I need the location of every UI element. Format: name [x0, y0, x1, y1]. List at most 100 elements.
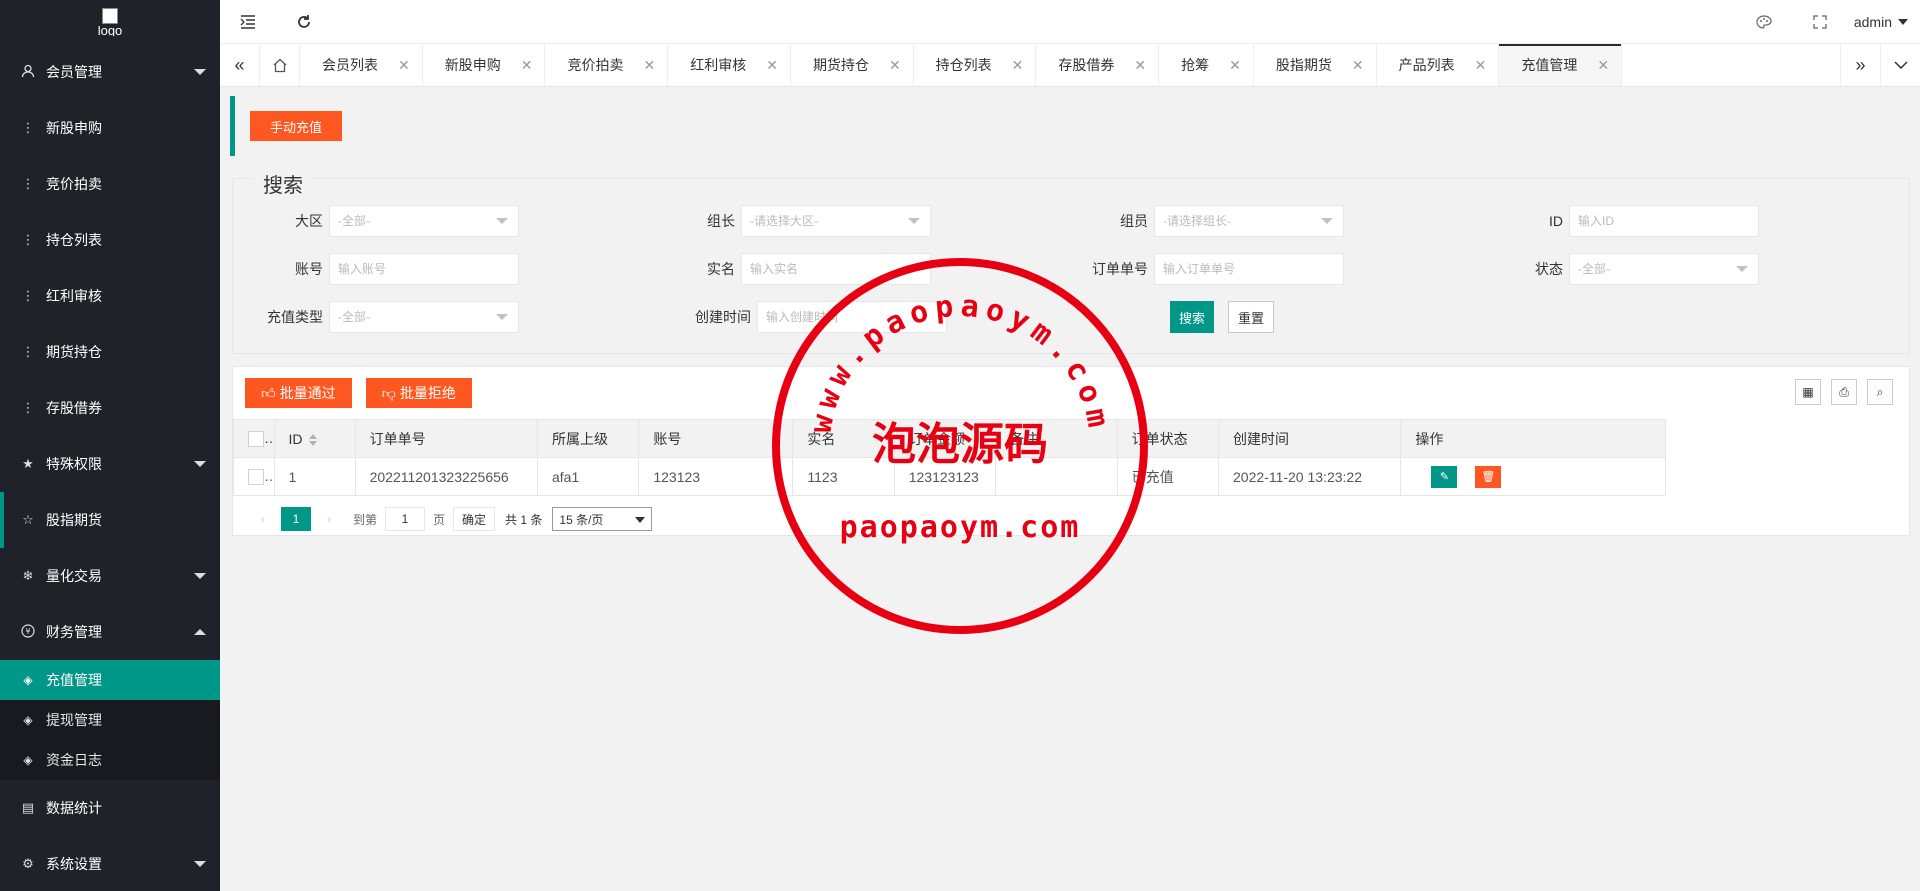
sidebar-item-futures-positions[interactable]: ⋮ 期货持仓 — [0, 324, 220, 380]
batch-reject-button[interactable]: 👎︎ 批量拒绝 — [365, 378, 472, 408]
delete-button[interactable]: 🗑︎ — [1475, 465, 1502, 488]
search-button[interactable]: 搜索 — [1170, 301, 1214, 333]
theme-button[interactable] — [1736, 0, 1792, 44]
gear-icon: ⚙ — [22, 856, 34, 871]
row-checkbox[interactable] — [248, 469, 264, 486]
tab-home[interactable] — [260, 44, 300, 86]
realname-input-placeholder: 输入实名 — [750, 262, 799, 276]
select-all-cell[interactable] — [233, 419, 275, 458]
sidebar-item-label: 会员管理 — [46, 64, 102, 80]
reset-button[interactable]: 重置 — [1228, 301, 1274, 333]
sidebar-item-finance[interactable]: ¥ 财务管理 — [0, 604, 220, 660]
manual-recharge-button[interactable]: 手动充值 — [250, 111, 342, 141]
order-number-input[interactable]: 输入订单单号 — [1154, 253, 1344, 285]
sort-icon[interactable] — [308, 433, 317, 446]
tab-member-list[interactable]: 会员列表 ✕ — [300, 44, 423, 86]
goto-confirm-button[interactable]: 确定 — [453, 507, 496, 531]
created-time-label: 创建时间 — [695, 309, 751, 325]
tab-positions[interactable]: 持仓列表 ✕ — [914, 44, 1037, 86]
close-icon[interactable]: ✕ — [1597, 57, 1609, 74]
refresh-button[interactable] — [276, 0, 332, 44]
sidebar-item-positions[interactable]: ⋮ 持仓列表 — [0, 212, 220, 268]
sidebar-item-stock-lending[interactable]: ⋮ 存股借券 — [0, 380, 220, 436]
logo[interactable]: logo — [0, 0, 220, 44]
column-header-remark: 备注 — [995, 419, 1118, 458]
tabs-menu-button[interactable] — [1880, 44, 1920, 86]
tab-snap-up[interactable]: 抢筹 ✕ — [1159, 44, 1254, 86]
fullscreen-button[interactable] — [1792, 0, 1848, 44]
sidebar-item-auction[interactable]: ⋮ 竞价拍卖 — [0, 156, 220, 212]
sidebar-item-label: 存股借券 — [46, 400, 102, 416]
diamond-icon: ◈ — [23, 673, 33, 687]
sidebar-item-quant-trading[interactable]: ❄ 量化交易 — [0, 548, 220, 604]
export-button[interactable]: ⌕ — [1867, 379, 1893, 405]
data-table-panel: 👍︎ 批量通过 👎︎ 批量拒绝 ▦ ⎙ ⌕ ID 订单单号 所属上级 账号 实名 订… — [232, 366, 1910, 536]
sidebar-item-label: 新股申购 — [46, 120, 102, 136]
close-icon[interactable]: ✕ — [1352, 57, 1364, 74]
recharge-type-label: 充值类型 — [267, 309, 323, 325]
sidebar-subitem-recharge[interactable]: ◈ 充值管理 — [0, 660, 220, 700]
leader-select[interactable]: -请选择大区- — [741, 205, 931, 237]
status-select[interactable]: -全部- — [1569, 253, 1759, 285]
batch-approve-button[interactable]: 👍︎ 批量通过 — [245, 378, 352, 408]
tab-futures-positions[interactable]: 期货持仓 ✕ — [791, 44, 914, 86]
next-page-button[interactable]: › — [315, 507, 343, 531]
sidebar-item-ipo[interactable]: ⋮ 新股申购 — [0, 100, 220, 156]
member-select[interactable]: -请选择组长- — [1154, 205, 1344, 237]
close-icon[interactable]: ✕ — [1134, 57, 1146, 74]
cell-amount: 123123123 — [893, 457, 997, 496]
sidebar-item-index-futures[interactable]: ☆ 股指期货 — [0, 492, 220, 548]
tab-stock-lending[interactable]: 存股借券 ✕ — [1036, 44, 1160, 86]
close-icon[interactable]: ✕ — [1229, 57, 1241, 74]
goto-page-input[interactable]: 1 — [385, 507, 426, 531]
user-menu[interactable]: admin — [1848, 14, 1920, 30]
account-input[interactable]: 输入账号 — [329, 253, 519, 285]
tab-dividend[interactable]: 红利审核 ✕ — [668, 44, 791, 86]
page-1-button[interactable]: 1 — [281, 507, 311, 531]
sidebar-item-special-permissions[interactable]: ★ 特殊权限 — [0, 436, 220, 492]
sidebar-item-members[interactable]: 会员管理 — [0, 44, 220, 100]
id-input[interactable]: 输入ID — [1569, 205, 1759, 237]
close-icon[interactable]: ✕ — [521, 57, 533, 74]
recharge-type-select[interactable]: -全部- — [329, 301, 519, 333]
close-icon[interactable]: ✕ — [766, 57, 778, 74]
print-button[interactable]: ⎙ — [1831, 379, 1857, 405]
edit-button[interactable]: ✎ — [1431, 465, 1458, 488]
close-icon[interactable]: ✕ — [889, 57, 901, 74]
yen-icon: ¥ — [20, 623, 36, 641]
close-icon[interactable]: ✕ — [398, 57, 410, 74]
created-time-input[interactable]: 输入创建时间 — [757, 301, 947, 333]
region-select[interactable]: -全部- — [329, 205, 519, 237]
tab-index-futures[interactable]: 股指期货 ✕ — [1254, 44, 1377, 86]
tab-ipo[interactable]: 新股申购 ✕ — [423, 44, 546, 86]
columns-icon: ▦ — [1802, 385, 1814, 399]
column-header-id[interactable]: ID — [273, 419, 356, 458]
close-icon[interactable]: ✕ — [1012, 57, 1024, 74]
sidebar-subitem-withdraw[interactable]: ◈ 提现管理 — [0, 700, 220, 740]
cell-created: 2022-11-20 13:23:22 — [1218, 457, 1402, 496]
prev-page-button[interactable]: ‹ — [249, 507, 277, 531]
select-all-checkbox[interactable] — [248, 431, 264, 448]
tab-label: 期货持仓 — [812, 57, 869, 73]
tabs-scroll-left-button[interactable]: « — [220, 44, 260, 86]
menu-collapse-button[interactable] — [220, 0, 276, 44]
recharge-table: ID 订单单号 所属上级 账号 实名 订单金额 备注 订单状态 创建时间 操作 … — [233, 419, 1666, 496]
search-legend: 搜索 — [253, 169, 313, 198]
tab-auction[interactable]: 竞价拍卖 ✕ — [545, 44, 669, 86]
realname-input[interactable]: 输入实名 — [741, 253, 931, 285]
sidebar-item-settings[interactable]: ⚙ 系统设置 — [0, 836, 220, 891]
columns-filter-button[interactable]: ▦ — [1795, 379, 1821, 405]
cell-realname: 1123 — [792, 457, 895, 496]
tab-product-list[interactable]: 产品列表 ✕ — [1377, 44, 1500, 86]
tabs-scroll-right-button[interactable]: » — [1840, 44, 1880, 86]
close-icon[interactable]: ✕ — [643, 57, 655, 74]
tab-label: 产品列表 — [1398, 57, 1455, 73]
sidebar-subitem-fund-log[interactable]: ◈ 资金日志 — [0, 740, 220, 780]
sidebar-item-statistics[interactable]: ▤ 数据统计 — [0, 780, 220, 836]
row-select-cell[interactable] — [233, 457, 275, 496]
status-select-value: -全部- — [1578, 262, 1610, 276]
tab-recharge[interactable]: 充值管理 ✕ — [1499, 44, 1623, 86]
sidebar-item-dividend[interactable]: ⋮ 红利审核 — [0, 268, 220, 324]
page-size-select[interactable]: 15 条/页 — [552, 507, 653, 531]
close-icon[interactable]: ✕ — [1475, 57, 1487, 74]
